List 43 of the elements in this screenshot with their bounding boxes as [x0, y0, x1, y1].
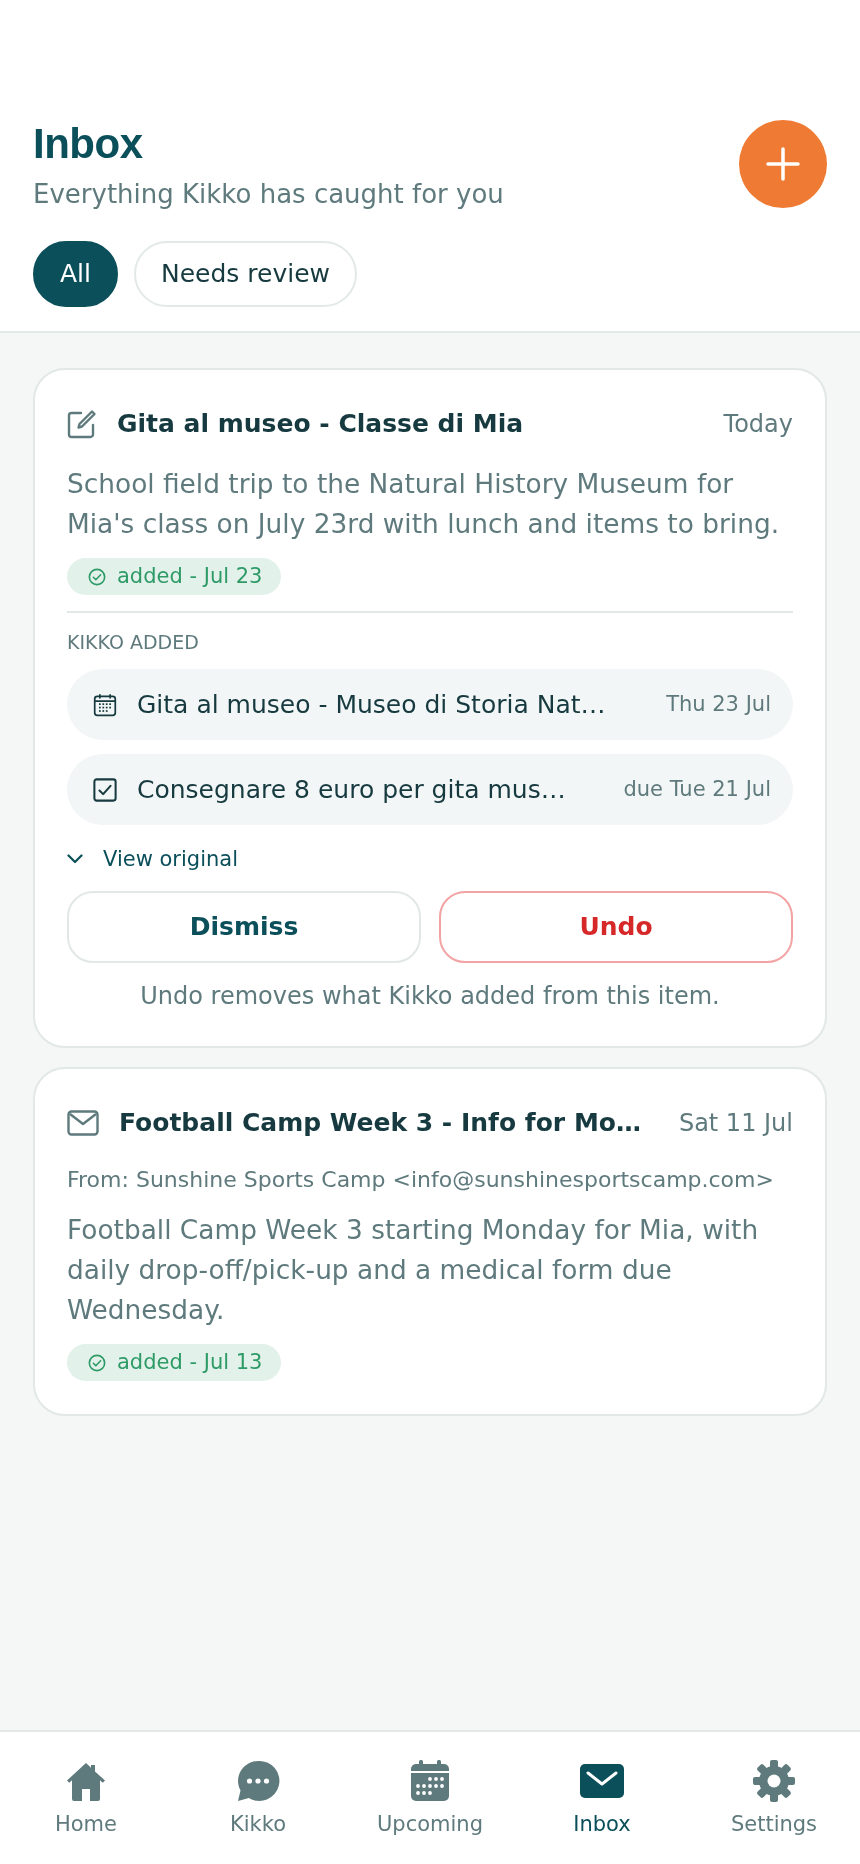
item-date: Today — [723, 409, 793, 440]
item-title: Football Camp Week 3 - Info for Mo… — [119, 1107, 642, 1139]
plus-icon — [766, 147, 800, 181]
chevron-down-icon — [67, 854, 83, 864]
sender-text: From: Sunshine Sports Camp <info@sunshinesportscamp.com> — [67, 1166, 775, 1194]
item-title: Gita al museo - Classe di Mia — [117, 408, 525, 440]
calendar-icon — [408, 1759, 452, 1803]
added-item-date: Thu 23 Jul — [666, 690, 771, 718]
added-item[interactable]: Consegnare 8 euro per gita mus… due Tue 21 Jul — [67, 754, 793, 825]
tab-bar-item[interactable]: Kikko — [172, 1759, 344, 1837]
calendar-icon — [93, 692, 117, 717]
tab-bar-item[interactable]: Inbox — [516, 1759, 688, 1837]
added-item-date: due Tue 21 Jul — [623, 775, 771, 803]
view-original-toggle[interactable]: View original — [67, 845, 238, 873]
filter-chip[interactable]: Needs review — [134, 241, 357, 307]
added-item-title: Gita al museo - Museo di Storia Nat… — [137, 688, 607, 721]
hint-text: Undo removes what Kikko added from this item. — [139, 981, 721, 1011]
added-item-title: Consegnare 8 euro per gita mus… — [137, 773, 567, 806]
status-text: added - Jul 23 — [117, 562, 263, 590]
check-circle-icon — [88, 1353, 106, 1372]
added-item[interactable]: Gita al museo - Museo di Storia Nat… Thu 23 Jul — [67, 669, 793, 740]
edit-icon — [67, 409, 97, 439]
inbox-card[interactable] — [33, 1067, 827, 1416]
filter-chip[interactable]: All — [33, 241, 118, 307]
undo-button[interactable]: Undo — [439, 891, 793, 963]
checkbox-icon — [93, 777, 117, 802]
item-summary: School field trip to the Natural History Museum for Mia's class on July 23rd with lunch and items to bring. — [67, 467, 781, 541]
page-title: Inbox — [33, 120, 144, 168]
dismiss-button[interactable]: Dismiss — [67, 891, 421, 963]
settings-icon — [752, 1759, 796, 1803]
mail-icon — [580, 1764, 624, 1798]
check-circle-icon — [88, 567, 106, 586]
item-summary: Football Camp Week 3 starting Monday for Mia, with daily drop-off/pick-up and a medical form due Wednesday. — [67, 1213, 760, 1327]
status-text: added - Jul 13 — [117, 1348, 263, 1376]
inbox-card[interactable] — [33, 368, 827, 1048]
page-subtitle: Everything Kikko has caught for you — [33, 178, 504, 210]
tab-bar-item[interactable]: Settings — [688, 1759, 860, 1837]
section-heading: KIKKO ADDED — [67, 630, 200, 655]
tab-bar-item[interactable]: Upcoming — [344, 1759, 516, 1837]
tab-bar-item[interactable]: Home — [0, 1759, 172, 1837]
item-date: Sat 11 Jul — [678, 1108, 793, 1139]
mail-icon — [67, 1110, 99, 1136]
chat-bubble-icon — [236, 1759, 280, 1803]
